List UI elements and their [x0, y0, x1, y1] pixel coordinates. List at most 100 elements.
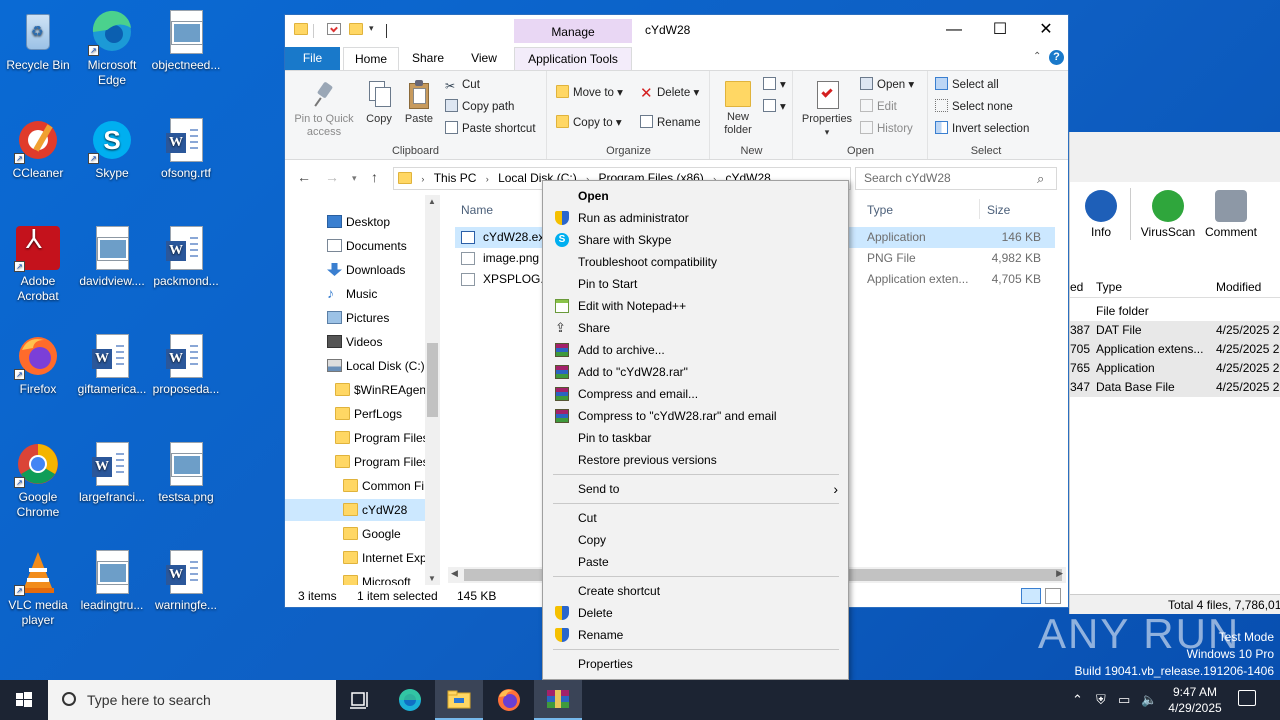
table-row[interactable]: File folder — [1070, 302, 1280, 321]
column-name[interactable]: Name — [461, 203, 493, 217]
nav-item-folder[interactable]: $WinREAgent — [285, 379, 429, 401]
menu-item-pin-to-start[interactable]: Pin to Start — [545, 273, 846, 295]
nav-item-folder[interactable]: Program Files — [285, 451, 429, 473]
open-button[interactable]: Open ▾ — [860, 77, 914, 93]
tab-file[interactable]: File — [285, 47, 340, 71]
menu-item-delete[interactable]: Delete — [545, 602, 846, 624]
new-folder-button[interactable]: New folder — [715, 79, 761, 137]
desktop-icon-image[interactable]: testsa.png — [148, 440, 224, 505]
table-row[interactable]: 705 Application extens... 4/25/2025 2: — [1070, 340, 1280, 359]
desktop-icon-skype[interactable]: S ↗ Skype — [74, 116, 150, 181]
move-to-button[interactable]: Move to ▾ — [556, 85, 623, 101]
nav-item-folder[interactable]: PerfLogs — [285, 403, 425, 425]
nav-item-folder[interactable]: Microsoft — [285, 571, 425, 585]
desktop-icon-word[interactable]: Wgiftamerica... — [74, 332, 150, 397]
tray-security-icon[interactable]: ⛨ — [1096, 692, 1106, 708]
menu-item-run-as-administrator[interactable]: Run as administrator — [545, 207, 846, 229]
table-row[interactable]: 347 Data Base File 4/25/2025 2: — [1070, 378, 1280, 397]
column-size[interactable]: Size — [987, 203, 1010, 217]
recent-locations-icon[interactable]: ▾ — [352, 173, 357, 184]
taskbar-file-explorer[interactable] — [435, 680, 483, 720]
back-arrow-icon[interactable]: ← — [297, 169, 311, 185]
taskbar-edge[interactable] — [386, 680, 434, 720]
navigation-scrollbar[interactable]: ▲ ▼ — [425, 195, 440, 585]
details-view-icon[interactable] — [1021, 588, 1041, 604]
desktop-icon-chrome[interactable]: ↗ Google Chrome — [0, 440, 76, 520]
menu-item-edit-with-notepad[interactable]: Edit with Notepad++ — [545, 295, 846, 317]
rename-button[interactable]: Rename — [640, 115, 700, 131]
maximize-button[interactable]: ☐ — [977, 15, 1023, 45]
properties-quick-icon[interactable] — [327, 23, 341, 35]
menu-item-troubleshoot-compatibility[interactable]: Troubleshoot compatibility — [545, 251, 846, 273]
scroll-left-icon[interactable]: ◀ — [451, 568, 458, 579]
desktop-icon-image[interactable]: davidview.... — [74, 224, 150, 289]
delete-button[interactable]: ✕ Delete ▾ — [640, 85, 699, 101]
nav-item-folder[interactable]: Google — [285, 523, 425, 545]
pin-quick-access-button[interactable]: Pin to Quick access — [289, 79, 359, 139]
menu-item-paste[interactable]: Paste — [545, 551, 846, 573]
collapse-ribbon-icon[interactable]: ⌃ — [1033, 51, 1041, 62]
nav-item-disk[interactable]: Local Disk (C:) — [285, 355, 425, 377]
desktop-icon-word[interactable]: Wpackmond... — [148, 224, 224, 289]
easy-access-button[interactable]: ▾ — [763, 99, 786, 115]
customize-quick-access-icon[interactable]: ▾ — [369, 23, 374, 34]
nav-item-folder[interactable]: cYdW28 — [285, 499, 425, 521]
menu-item-create-shortcut[interactable]: Create shortcut — [545, 580, 846, 602]
nav-item-folder[interactable]: Internet Exp — [285, 547, 427, 569]
desktop-icon-recycle[interactable]: ♻ Recycle Bin — [0, 8, 76, 73]
menu-item-add-to-archive[interactable]: Add to archive... — [545, 339, 846, 361]
minimize-button[interactable]: — — [931, 15, 977, 45]
menu-item-open[interactable]: Open — [545, 185, 846, 207]
volume-icon[interactable]: 🔈 — [1141, 692, 1157, 708]
desktop-icon-acrobat[interactable]: ⅄ ↗ Adobe Acrobat — [0, 224, 76, 304]
menu-item-compress-to-cydw28-rar-and-email[interactable]: Compress to "cYdW28.rar" and email — [545, 405, 846, 427]
menu-item-restore-previous-versions[interactable]: Restore previous versions — [545, 449, 846, 471]
large-icons-view-icon[interactable] — [1045, 588, 1061, 604]
navigation-scroll-thumb[interactable] — [427, 343, 438, 417]
menu-item-properties[interactable]: Properties — [545, 653, 846, 675]
desktop-icon-edge[interactable]: ↗ Microsoft Edge — [74, 8, 150, 88]
column-type[interactable]: Type — [867, 203, 893, 217]
menu-item-copy[interactable]: Copy — [545, 529, 846, 551]
column-type[interactable]: Type — [1096, 280, 1122, 294]
table-row[interactable]: 387 DAT File 4/25/2025 2: — [1070, 321, 1280, 340]
system-clock[interactable]: 9:47 AM 4/29/2025 — [1160, 684, 1230, 716]
paste-button[interactable]: Paste — [401, 79, 437, 126]
copy-to-button[interactable]: Copy to ▾ — [556, 115, 622, 131]
select-none-button[interactable]: Select none — [935, 99, 1013, 115]
desktop-icon-word[interactable]: Wlargefranci... — [74, 440, 150, 505]
copy-button[interactable]: Copy — [361, 79, 397, 126]
desktop-icon-image[interactable]: objectneed... — [148, 8, 224, 73]
select-all-button[interactable]: Select all — [935, 77, 999, 93]
network-icon[interactable]: ▭ — [1118, 692, 1130, 708]
start-button[interactable] — [0, 680, 48, 720]
table-row[interactable]: 765 Application 4/25/2025 2: — [1070, 359, 1280, 378]
search-input[interactable]: Search cYdW28 — [855, 167, 1057, 190]
help-icon[interactable]: ? — [1049, 50, 1064, 65]
desktop-icon-word[interactable]: Wproposeda... — [148, 332, 224, 397]
nav-item-folder[interactable]: Program Files — [285, 427, 429, 449]
scroll-right-icon[interactable]: ▶ — [1056, 568, 1063, 579]
copy-path-button[interactable]: Copy path — [445, 99, 514, 115]
nav-item-folder[interactable]: Common Fi — [285, 475, 425, 497]
nav-item-desktop[interactable]: Desktop — [285, 211, 425, 233]
invert-selection-button[interactable]: Invert selection — [935, 121, 1029, 137]
title-bar[interactable]: ▾ Manage cYdW28 — ☐ ✕ — [285, 15, 1068, 47]
desktop-icon-image[interactable]: leadingtru... — [74, 548, 150, 613]
tab-share[interactable]: Share — [403, 47, 453, 71]
desktop-icon-word[interactable]: Wofsong.rtf — [148, 116, 224, 181]
nav-item-pics[interactable]: Pictures — [285, 307, 425, 329]
menu-item-share-with-skype[interactable]: S Share with Skype — [545, 229, 846, 251]
new-folder-quick-icon[interactable] — [349, 23, 363, 35]
cut-button[interactable]: ✂ Cut — [445, 77, 480, 93]
nav-item-down[interactable]: Downloads — [285, 259, 425, 281]
edit-button[interactable]: Edit — [860, 99, 897, 115]
taskbar-firefox[interactable] — [485, 680, 533, 720]
menu-item-add-to-cydw28-rar[interactable]: Add to "cYdW28.rar" — [545, 361, 846, 383]
history-button[interactable]: History — [860, 121, 913, 137]
tool-virus-button[interactable]: VirusScan — [1137, 190, 1199, 239]
menu-item-compress-and-email[interactable]: Compress and email... — [545, 383, 846, 405]
tab-home[interactable]: Home — [343, 47, 399, 71]
tool-comment-button[interactable]: Comment — [1200, 190, 1262, 239]
scroll-up-icon[interactable]: ▲ — [428, 197, 436, 206]
